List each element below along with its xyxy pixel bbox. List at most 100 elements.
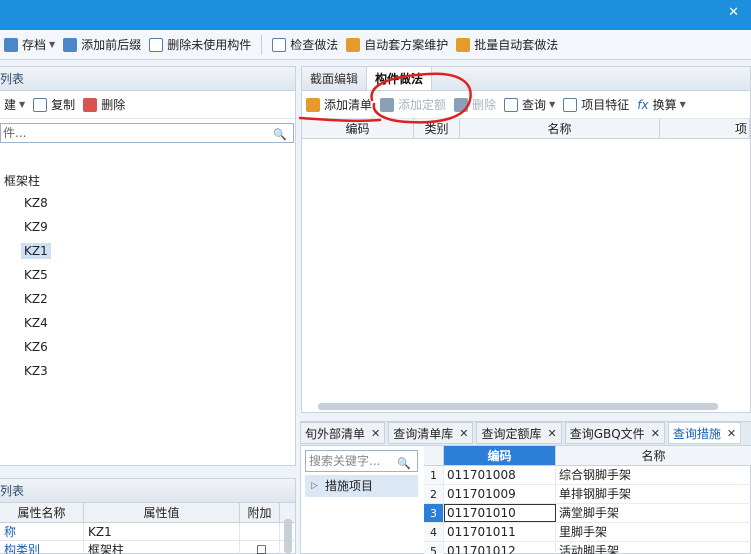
check-method-button[interactable]: 检查做法 bbox=[268, 33, 342, 57]
delete-icon bbox=[83, 97, 98, 112]
table-row[interactable]: 5 011701012 活动脚手架 bbox=[424, 542, 751, 554]
query-icon bbox=[504, 97, 519, 112]
category-tree-item[interactable]: ▷ 措施项目 bbox=[305, 475, 418, 497]
panel-title: 列表 bbox=[0, 67, 295, 91]
chevron-down-icon: ▼ bbox=[19, 100, 26, 109]
component-list-panel: 列表 建 ▼ 复制 删除 件... 🔍 框架柱 KZ8 KZ9 KZ1 KZ5 … bbox=[0, 66, 296, 466]
convert-button[interactable]: fx 换算 ▼ bbox=[633, 93, 690, 117]
tab-query-gbq-file[interactable]: 查询GBQ文件 ✕ bbox=[564, 422, 665, 444]
column-header: 附加 bbox=[240, 503, 280, 522]
scrollbar[interactable] bbox=[284, 519, 292, 553]
code-cell[interactable]: 011701011 bbox=[444, 523, 556, 541]
measures-table-header: 编码 名称 bbox=[424, 446, 751, 466]
tree-node[interactable]: KZ4 bbox=[24, 316, 48, 330]
function-icon: fx bbox=[637, 97, 649, 112]
table-row[interactable]: 称 KZ1 bbox=[0, 523, 295, 541]
row-number: 5 bbox=[424, 542, 444, 554]
column-header: 类别 bbox=[414, 119, 460, 138]
delete-button[interactable]: 删除 bbox=[79, 93, 129, 117]
table-row[interactable]: 1 011701008 综合钢脚手架 bbox=[424, 466, 751, 485]
add-prefix-button[interactable]: 添加前后缀 bbox=[59, 33, 145, 57]
search-icon[interactable]: 🔍 bbox=[273, 126, 287, 144]
close-icon[interactable]: ✕ bbox=[459, 427, 468, 440]
column-header: 属性名称 bbox=[0, 503, 84, 522]
close-icon[interactable]: ✕ bbox=[371, 427, 380, 440]
name-cell[interactable]: 单排钢脚手架 bbox=[556, 485, 751, 503]
code-cell[interactable]: 011701010 bbox=[444, 504, 556, 522]
search-input[interactable]: 件... 🔍 bbox=[0, 123, 294, 143]
batch-icon bbox=[456, 37, 471, 52]
auto-scheme-button[interactable]: 自动套方案维护 bbox=[342, 33, 452, 57]
tree-node[interactable]: KZ6 bbox=[24, 340, 48, 354]
attach-checkbox[interactable]: ☐ bbox=[240, 541, 280, 554]
row-number: 1 bbox=[424, 466, 444, 484]
row-number-header bbox=[424, 446, 444, 465]
name-cell[interactable]: 满堂脚手架 bbox=[556, 504, 751, 522]
table-row[interactable]: 2 011701009 单排钢脚手架 bbox=[424, 485, 751, 504]
table-row[interactable]: 构类别 框架柱 ☐ bbox=[0, 541, 295, 554]
prop-value[interactable]: 框架柱 bbox=[84, 541, 240, 554]
table-row-selected[interactable]: 3 011701010 满堂脚手架 bbox=[424, 504, 751, 523]
list-toolbar: 建 ▼ 复制 删除 bbox=[0, 91, 295, 119]
tree-node[interactable]: KZ8 bbox=[24, 196, 48, 210]
new-button[interactable]: 建 ▼ bbox=[0, 93, 29, 117]
row-number: 2 bbox=[424, 485, 444, 503]
tab-query-measures[interactable]: 查询措施 ✕ bbox=[667, 422, 742, 444]
close-icon[interactable]: ✕ bbox=[547, 427, 556, 440]
prop-extra bbox=[240, 523, 280, 540]
prefix-icon bbox=[63, 37, 78, 52]
delete-icon bbox=[454, 97, 469, 112]
column-header: 编码 bbox=[302, 119, 414, 138]
code-cell[interactable]: 011701009 bbox=[444, 485, 556, 503]
add-list-icon bbox=[306, 97, 320, 112]
toolbar-divider bbox=[261, 34, 263, 55]
tree-node[interactable]: KZ9 bbox=[24, 220, 48, 234]
column-header: 编码 bbox=[444, 446, 556, 465]
table-row[interactable]: 4 011701011 里脚手架 bbox=[424, 523, 751, 542]
measures-table: 编码 名称 1 011701008 综合钢脚手架 2 011701009 单排钢… bbox=[424, 446, 751, 554]
tab-query-list-library[interactable]: 查询清单库 ✕ bbox=[388, 422, 474, 444]
column-header: 名称 bbox=[556, 446, 751, 465]
method-toolbar: 添加清单 添加定额 删除 查询 ▼ 项目特征 fx 换算 ▼ bbox=[302, 91, 750, 119]
delete-unused-button[interactable]: 删除未使用构件 bbox=[145, 33, 255, 57]
delete-method-button[interactable]: 删除 bbox=[450, 93, 500, 117]
method-table-header: 编码 类别 名称 项 bbox=[302, 119, 750, 139]
copy-button[interactable]: 复制 bbox=[29, 93, 79, 117]
close-icon[interactable]: ✕ bbox=[727, 427, 736, 440]
tree-node-parent[interactable]: 框架柱 bbox=[4, 172, 40, 189]
save-button[interactable]: 存档 ▼ bbox=[0, 33, 59, 57]
save-icon bbox=[4, 37, 18, 52]
tab-external-list[interactable]: 旬外部清单 ✕ bbox=[300, 422, 386, 444]
tab-query-quota-library[interactable]: 查询定额库 ✕ bbox=[476, 422, 562, 444]
row-number: 3 bbox=[424, 504, 444, 522]
project-feature-button[interactable]: 项目特征 bbox=[559, 93, 633, 117]
feature-icon bbox=[563, 97, 578, 112]
close-icon[interactable]: ✕ bbox=[728, 5, 739, 20]
name-cell[interactable]: 里脚手架 bbox=[556, 523, 751, 541]
tree-node[interactable]: KZ3 bbox=[24, 364, 48, 378]
tab-component-method[interactable]: 构件做法 bbox=[366, 67, 433, 90]
keyword-search-input[interactable]: 搜索关键字... 🔍 bbox=[305, 450, 418, 472]
query-tabs: 旬外部清单 ✕ 查询清单库 ✕ 查询定额库 ✕ 查询GBQ文件 ✕ 查询措施 ✕ bbox=[300, 421, 751, 445]
add-list-button[interactable]: 添加清单 bbox=[302, 93, 376, 117]
code-cell[interactable]: 011701008 bbox=[444, 466, 556, 484]
row-number: 4 bbox=[424, 523, 444, 541]
name-cell[interactable]: 综合钢脚手架 bbox=[556, 466, 751, 484]
expand-arrow-icon[interactable]: ▷ bbox=[311, 475, 318, 497]
column-header: 名称 bbox=[460, 119, 660, 138]
batch-auto-button[interactable]: 批量自动套做法 bbox=[452, 33, 562, 57]
query-button[interactable]: 查询 ▼ bbox=[500, 93, 559, 117]
tree-node[interactable]: KZ5 bbox=[24, 268, 48, 282]
column-header: 项 bbox=[660, 119, 750, 138]
tree-node[interactable]: KZ2 bbox=[24, 292, 48, 306]
tab-section-edit[interactable]: 截面编辑 bbox=[302, 67, 366, 90]
close-icon[interactable]: ✕ bbox=[651, 427, 660, 440]
prop-value[interactable]: KZ1 bbox=[84, 523, 240, 540]
properties-panel: 列表 属性名称 属性值 附加 称 KZ1 构类别 框架柱 ☐ bbox=[0, 478, 296, 554]
add-quota-button[interactable]: 添加定额 bbox=[376, 93, 450, 117]
horizontal-scrollbar[interactable] bbox=[318, 403, 718, 410]
tree-node-selected[interactable]: KZ1 bbox=[21, 243, 51, 259]
name-cell[interactable]: 活动脚手架 bbox=[556, 542, 751, 554]
search-icon[interactable]: 🔍 bbox=[397, 454, 411, 474]
code-cell[interactable]: 011701012 bbox=[444, 542, 556, 554]
